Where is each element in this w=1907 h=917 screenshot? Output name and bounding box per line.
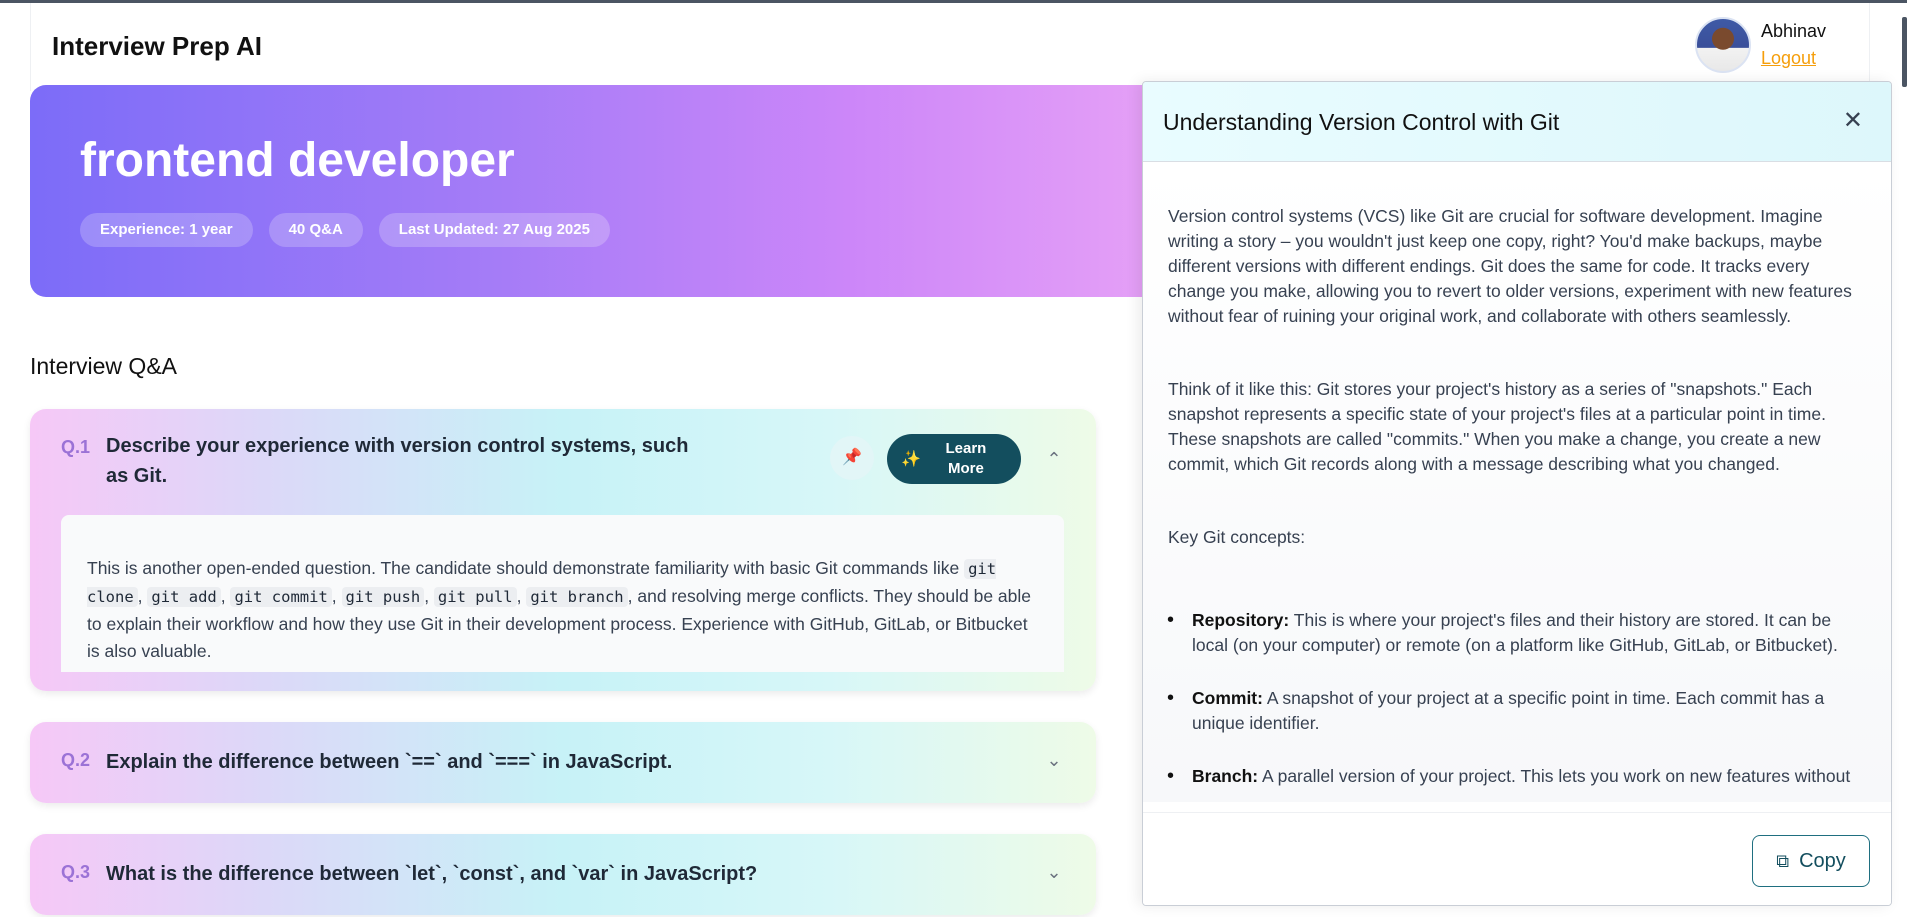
copy-icon: ⧉ — [1776, 850, 1790, 871]
top-header: Interview Prep AI Abhinav Logout — [30, 3, 1870, 91]
chevron-down-icon[interactable]: ⌄ — [1044, 862, 1064, 882]
qa-section-heading: Interview Q&A — [30, 353, 177, 379]
question-card-2[interactable]: Q.2 Explain the difference between `==` … — [30, 722, 1096, 803]
question-number: Q.1 — [61, 437, 91, 457]
code-snippet: git add — [147, 587, 221, 607]
question-text[interactable]: Explain the difference between `==` and … — [106, 747, 672, 777]
question-text[interactable]: Describe your experience with version co… — [106, 431, 706, 491]
concept-term: Repository: — [1192, 610, 1290, 630]
list-item: Repository: This is where your project's… — [1167, 608, 1867, 658]
concept-desc: This is where your project's files and t… — [1192, 610, 1838, 655]
pin-button[interactable]: 📌 — [830, 436, 874, 480]
code-snippet: git commit — [230, 587, 332, 607]
concept-desc: A parallel version of your project. This… — [1258, 766, 1851, 786]
role-title: frontend developer — [80, 134, 515, 187]
answer-text: This is another open-ended question. The… — [87, 558, 965, 578]
explanation-paragraph: Version control systems (VCS) like Git a… — [1168, 206, 1852, 326]
window-scrollbar[interactable] — [1902, 17, 1907, 87]
pin-icon: 📌 — [842, 449, 862, 466]
question-card-1[interactable]: Q.1 Describe your experience with versio… — [30, 409, 1096, 691]
brand-title: Interview Prep AI — [52, 31, 262, 61]
question-card-3[interactable]: Q.3 What is the difference between `let`… — [30, 834, 1096, 915]
concept-desc: A snapshot of your project at a specific… — [1192, 688, 1825, 733]
explanation-paragraph: Think of it like this: Git stores your p… — [1168, 379, 1826, 474]
drawer-title: Understanding Version Control with Git — [1163, 109, 1560, 135]
answer-panel: This is another open-ended question. The… — [61, 515, 1064, 672]
role-meta-chips: Experience: 1 year 40 Q&A Last Updated: … — [80, 213, 610, 247]
chevron-up-icon[interactable]: ⌃ — [1044, 449, 1064, 469]
code-snippet: git branch — [526, 587, 628, 607]
code-snippet: git pull — [433, 587, 517, 607]
close-icon[interactable]: ✕ — [1843, 106, 1863, 135]
concept-term: Commit: — [1192, 688, 1263, 708]
sparkle-icon: ✨ — [901, 451, 921, 468]
qa-count-chip: 40 Q&A — [268, 213, 363, 247]
copy-label: Copy — [1799, 849, 1846, 872]
question-number: Q.2 — [61, 750, 91, 770]
drawer-header: Understanding Version Control with Git ✕ — [1143, 82, 1891, 162]
drawer-content[interactable]: Version control systems (VCS) like Git a… — [1143, 162, 1891, 802]
question-text[interactable]: What is the difference between `let`, `c… — [106, 859, 757, 889]
logout-link[interactable]: Logout — [1761, 48, 1826, 69]
learn-more-button[interactable]: ✨ Learn More — [887, 434, 1021, 484]
chevron-down-icon[interactable]: ⌄ — [1044, 750, 1064, 770]
question-number: Q.3 — [61, 862, 91, 882]
list-item: Branch: A parallel version of your proje… — [1167, 764, 1867, 789]
concepts-list: Repository: This is where your project's… — [1167, 608, 1867, 789]
code-snippet: git push — [341, 587, 425, 607]
role-hero-card: frontend developer Experience: 1 year 40… — [30, 85, 1200, 297]
user-name: Abhinav — [1760, 21, 1826, 41]
copy-button[interactable]: ⧉ Copy — [1752, 835, 1870, 887]
experience-chip: Experience: 1 year — [80, 213, 253, 247]
learn-more-label: Learn More — [945, 440, 987, 477]
drawer-footer: ⧉ Copy — [1143, 812, 1891, 905]
concepts-heading: Key Git concepts: — [1168, 527, 1306, 547]
list-item: Commit: A snapshot of your project at a … — [1167, 686, 1867, 736]
concept-term: Branch: — [1192, 766, 1259, 786]
last-updated-chip: Last Updated: 27 Aug 2025 — [378, 213, 610, 247]
learn-more-drawer: Understanding Version Control with Git ✕… — [1142, 81, 1892, 906]
avatar[interactable] — [1694, 17, 1751, 73]
user-menu: Abhinav Logout — [1694, 17, 1826, 73]
